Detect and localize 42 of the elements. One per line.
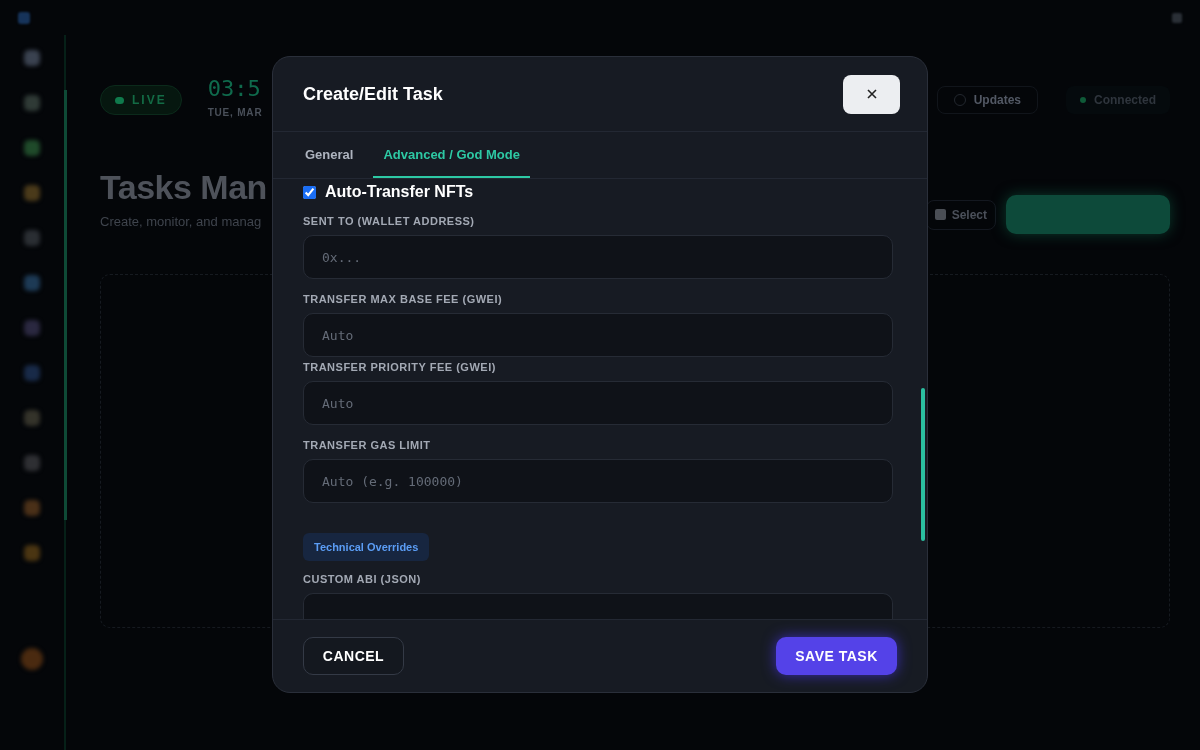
nav-icon[interactable]: [24, 230, 40, 246]
logo-icon: [18, 11, 30, 24]
field-label: TRANSFER GAS LIMIT: [303, 439, 432, 451]
checkbox-label: Auto-Transfer NFTs: [325, 183, 474, 201]
tab[interactable]: General: [295, 132, 364, 178]
clock-time: 03:5: [207, 76, 262, 101]
input-field[interactable]: 0x...: [303, 235, 893, 279]
field-label: CUSTOM ABI (JSON): [303, 573, 422, 585]
close-icon: [866, 89, 877, 99]
page-title: Tasks Man: [100, 168, 267, 207]
nav-icon[interactable]: [24, 500, 40, 516]
tab[interactable]: Advanced / God Mode: [373, 132, 530, 178]
nav-icon[interactable]: [24, 410, 40, 426]
json-text-area[interactable]: [303, 593, 893, 619]
create-task-button[interactable]: [1006, 195, 1170, 234]
close-button[interactable]: [843, 74, 900, 114]
input-field[interactable]: Auto: [303, 313, 893, 357]
field-label: TRANSFER MAX BASE FEE (GWEI): [303, 293, 504, 305]
nav-icon[interactable]: [24, 320, 40, 336]
checkbox[interactable]: [303, 185, 316, 199]
field-label: SENT TO (WALLET ADDRESS): [303, 215, 476, 227]
nav-icon[interactable]: [24, 140, 40, 156]
nav-icon[interactable]: [24, 50, 40, 66]
nav-icon[interactable]: [24, 95, 40, 111]
nav-icon[interactable]: [24, 545, 40, 561]
section-badge: Technical Overrides: [303, 533, 430, 561]
avatar-icon[interactable]: [21, 648, 43, 670]
input-field[interactable]: Auto: [303, 381, 893, 425]
scrollbar-thumb[interactable]: [921, 388, 925, 541]
save-button[interactable]: SAVE TASK: [776, 637, 897, 675]
input-field[interactable]: Auto (e.g. 100000): [303, 459, 893, 503]
nav-icon[interactable]: [24, 185, 40, 201]
window-control-icon[interactable]: [1172, 12, 1182, 23]
nav-icon[interactable]: [24, 275, 40, 291]
live-badge: LIVE: [100, 85, 182, 115]
nav-icon[interactable]: [24, 365, 40, 381]
field-label: TRANSFER PRIORITY FEE (GWEI): [303, 361, 497, 373]
cancel-button[interactable]: CANCEL: [303, 637, 404, 675]
dialog-title: Create/Edit Task: [303, 83, 443, 105]
nav-icon[interactable]: [24, 455, 40, 471]
page-subtitle: Create, monitor, and manag: [100, 214, 262, 229]
clock-date: TUE, MAR: [207, 107, 263, 118]
